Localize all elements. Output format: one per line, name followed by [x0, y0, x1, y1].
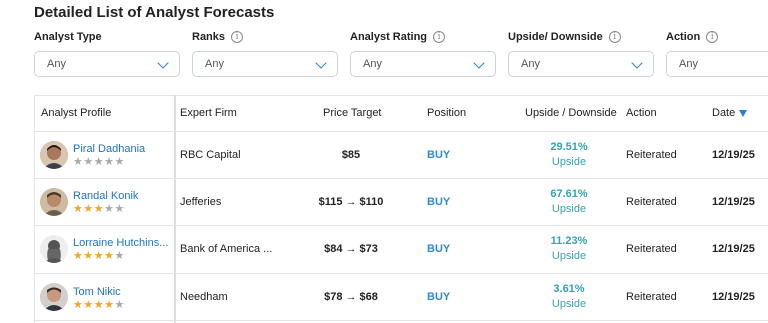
action-value: Reiterated [626, 196, 677, 208]
select-value: Any [521, 58, 540, 70]
star-icon: ★★★★★ [73, 156, 125, 168]
column-divider [174, 95, 176, 323]
header-date[interactable]: Date [712, 107, 748, 119]
upside-downside-select[interactable]: Any [508, 51, 654, 77]
select-value: Any [47, 58, 66, 70]
star-icon: ★★★ [73, 203, 105, 215]
filter-label-analyst-rating: Analyst Rating i [350, 31, 446, 43]
row-divider [34, 225, 768, 226]
page-title: Detailed List of Analyst Forecasts [34, 4, 275, 21]
select-value: Any [679, 58, 698, 70]
price-target: $84 → $73 [324, 243, 378, 255]
header-expert-firm: Expert Firm [180, 107, 237, 119]
star-icon: ★ [114, 299, 125, 311]
avatar[interactable] [40, 283, 68, 311]
price-target: $78 → $68 [324, 291, 378, 303]
sort-desc-icon[interactable] [739, 109, 748, 117]
filter-label-ranks: Ranks i [192, 31, 244, 43]
expert-firm: Bank of America ... [180, 243, 273, 255]
star-icon: ★★★★ [73, 299, 115, 311]
avatar[interactable] [40, 188, 68, 216]
analyst-name-link[interactable]: Tom Nikic [73, 286, 121, 298]
header-upside-downside: Upside / Downside [525, 107, 617, 119]
position-badge: BUY [427, 291, 451, 303]
star-icon: ★★ [104, 203, 125, 215]
action-select[interactable]: Any [666, 51, 768, 77]
expert-firm: Needham [180, 291, 228, 303]
header-analyst-profile: Analyst Profile [41, 107, 112, 119]
info-icon[interactable]: i [433, 31, 446, 43]
header-price-target: Price Target [323, 107, 382, 119]
expert-firm: Jefferies [180, 196, 222, 208]
chevron-down-icon [473, 57, 485, 69]
select-value: Any [363, 58, 382, 70]
position-badge: BUY [427, 149, 451, 161]
ranks-select[interactable]: Any [192, 51, 338, 77]
action-value: Reiterated [626, 149, 677, 161]
star-icon: ★ [114, 250, 125, 262]
upside-value: 3.61% Upside [551, 283, 587, 310]
upside-value: 29.51% Upside [550, 141, 588, 168]
header-action: Action [626, 107, 657, 119]
header-position: Position [427, 107, 467, 119]
analyst-name-link[interactable]: Randal Konik [73, 190, 138, 202]
filter-label-analyst-type: Analyst Type [34, 31, 102, 43]
position-badge: BUY [427, 196, 451, 208]
row-divider [34, 320, 768, 321]
chevron-down-icon [157, 57, 169, 69]
row-divider [34, 131, 768, 132]
info-icon[interactable]: i [231, 31, 244, 43]
select-value: Any [205, 58, 224, 70]
analyst-name-link[interactable]: Lorraine Hutchins... [73, 237, 168, 249]
row-divider [34, 273, 768, 274]
action-value: Reiterated [626, 291, 677, 303]
action-value: Reiterated [626, 243, 677, 255]
upside-value: 67.61% Upside [550, 188, 588, 215]
analyst-type-select[interactable]: Any [34, 51, 180, 77]
rating-stars: ★★★★★ [73, 298, 125, 311]
forecasts-table [34, 95, 768, 323]
info-icon[interactable]: i [608, 31, 621, 43]
filter-label-action: Action i [666, 31, 719, 43]
analyst-rating-select[interactable]: Any [350, 51, 496, 77]
chevron-down-icon [631, 57, 643, 69]
date-header-label: Date [712, 107, 736, 119]
chevron-down-icon [315, 57, 327, 69]
price-target: $85 [341, 149, 361, 161]
date-value: 12/19/25 [712, 291, 755, 303]
date-value: 12/19/25 [712, 149, 755, 161]
rating-stars: ★★★★★ [73, 249, 125, 262]
expert-firm: RBC Capital [180, 149, 241, 161]
row-divider [34, 178, 768, 179]
date-value: 12/19/25 [712, 196, 755, 208]
info-icon[interactable]: i [706, 31, 719, 43]
star-icon: ★★★★ [73, 250, 115, 262]
price-target: $115 → $110 [318, 196, 384, 208]
rating-stars: ★★★★★ [73, 202, 125, 215]
avatar[interactable] [40, 235, 68, 263]
avatar[interactable] [40, 141, 68, 169]
rating-stars: ★★★★★ [73, 155, 125, 168]
upside-value: 11.23% Upside [550, 235, 588, 262]
analyst-name-link[interactable]: Piral Dadhania [73, 143, 145, 155]
filter-label-upside-downside: Upside/ Downside i [508, 31, 621, 43]
position-badge: BUY [427, 243, 451, 255]
date-value: 12/19/25 [712, 243, 755, 255]
